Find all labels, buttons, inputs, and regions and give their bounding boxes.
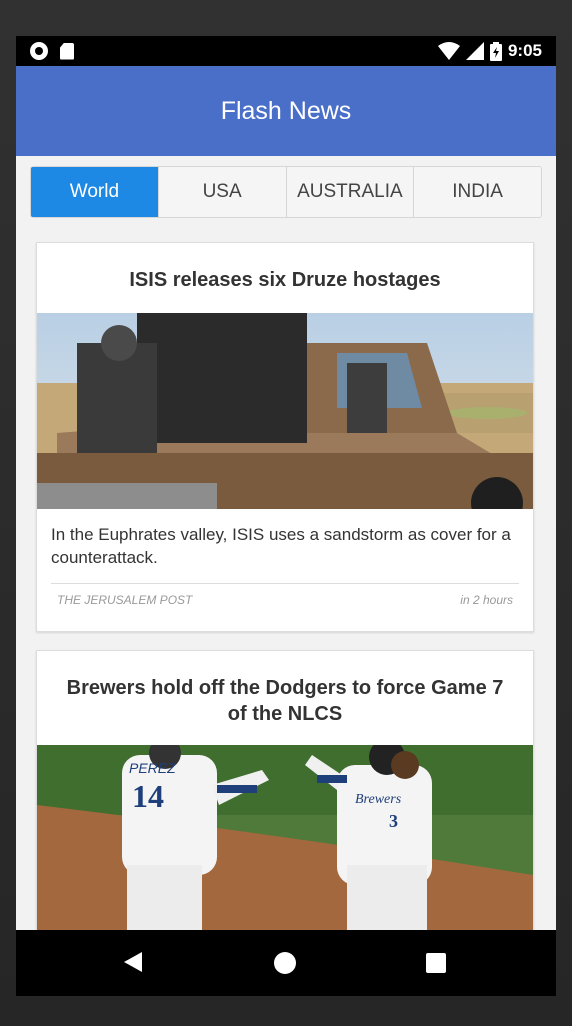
article-photo bbox=[37, 313, 533, 509]
home-icon[interactable] bbox=[274, 952, 296, 974]
device-frame: 9:05 Flash News World USA AUSTRALIA INDI… bbox=[0, 0, 572, 1026]
article-image[interactable]: PEREZ 14 Brewers 3 bbox=[37, 745, 533, 935]
system-nav-bar bbox=[16, 930, 556, 996]
tab-world[interactable]: World bbox=[31, 167, 158, 217]
article-image[interactable] bbox=[37, 313, 533, 509]
tab-india[interactable]: INDIA bbox=[413, 167, 541, 217]
main-content[interactable]: World USA AUSTRALIA INDIA ISIS releases … bbox=[16, 156, 556, 952]
clock-time: 9:05 bbox=[507, 41, 542, 60]
app-title: Flash News bbox=[220, 96, 352, 125]
player-number-text: 14 bbox=[132, 778, 164, 814]
back-icon[interactable] bbox=[124, 952, 142, 972]
article-footer: THE JERUSALEM POST in 2 hours bbox=[51, 583, 519, 607]
phone-screen: 9:05 Flash News World USA AUSTRALIA INDI… bbox=[16, 36, 556, 996]
app-bar: Flash News bbox=[16, 66, 556, 156]
jersey-script-text: Brewers bbox=[355, 792, 402, 807]
sd-card-icon bbox=[60, 42, 74, 60]
circle-notification-icon bbox=[30, 42, 48, 60]
article-photo: PEREZ 14 Brewers 3 bbox=[37, 745, 533, 935]
article-time: in 2 hours bbox=[460, 593, 513, 607]
article-source: THE JERUSALEM POST bbox=[57, 593, 193, 607]
tab-usa[interactable]: USA bbox=[157, 167, 286, 217]
article-card[interactable]: ISIS releases six Druze hostages In the … bbox=[36, 242, 534, 632]
article-title[interactable]: Brewers hold off the Dodgers to force Ga… bbox=[37, 651, 533, 745]
wifi-icon bbox=[437, 42, 460, 60]
tab-australia[interactable]: AUSTRALIA bbox=[285, 167, 414, 217]
article-title[interactable]: ISIS releases six Druze hostages bbox=[37, 243, 533, 313]
player-number-text: 3 bbox=[389, 811, 398, 831]
category-tabs: World USA AUSTRALIA INDIA bbox=[30, 166, 542, 218]
player-name-text: PEREZ bbox=[129, 760, 176, 776]
recents-icon[interactable] bbox=[426, 953, 446, 973]
cell-signal-icon bbox=[465, 42, 484, 60]
article-card[interactable]: Brewers hold off the Dodgers to force Ga… bbox=[36, 650, 534, 952]
battery-icon bbox=[489, 41, 502, 61]
status-bar: 9:05 bbox=[16, 36, 556, 66]
article-description: In the Euphrates valley, ISIS uses a san… bbox=[51, 525, 511, 567]
